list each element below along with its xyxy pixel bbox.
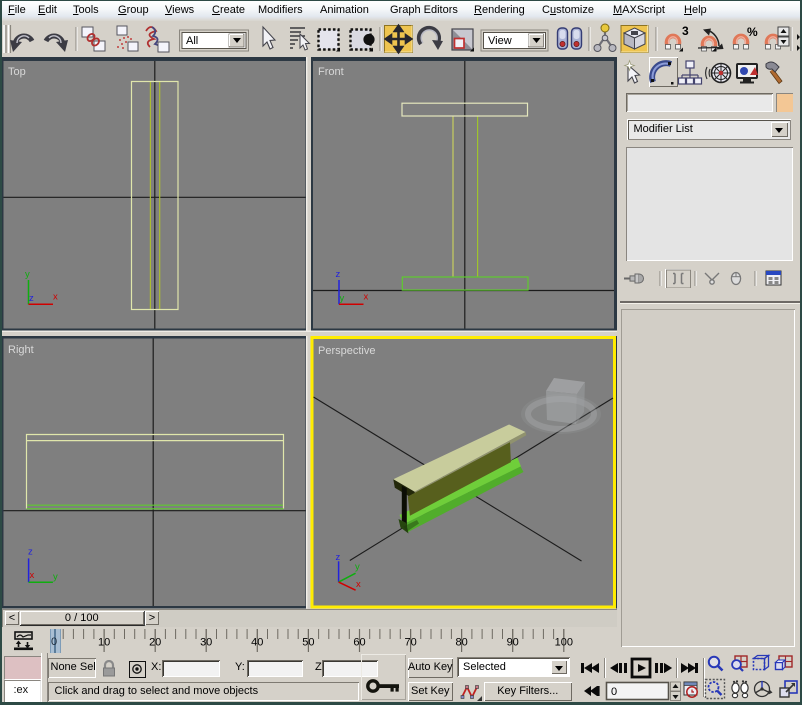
svg-text:All: All — [186, 35, 198, 47]
svg-text:x: x — [356, 579, 361, 590]
svg-text:View: View — [488, 35, 512, 47]
svg-text:40: 40 — [251, 637, 263, 649]
svg-text:10: 10 — [98, 637, 110, 649]
svg-text:Perspective: Perspective — [318, 345, 375, 357]
svg-text:Right: Right — [8, 344, 34, 356]
svg-text:0: 0 — [611, 686, 617, 698]
svg-text:Front: Front — [318, 66, 344, 78]
svg-text:y: y — [340, 293, 345, 304]
svg-text:20: 20 — [149, 637, 161, 649]
svg-text:x: x — [364, 292, 369, 303]
svg-text:70: 70 — [404, 637, 416, 649]
svg-text:y: y — [355, 562, 360, 573]
svg-text:%: % — [747, 25, 758, 39]
svg-text:80: 80 — [455, 637, 467, 649]
svg-text:100: 100 — [555, 637, 573, 649]
svg-text:z: z — [336, 552, 341, 563]
svg-text:Top: Top — [8, 66, 26, 78]
svg-text:90: 90 — [507, 637, 519, 649]
svg-text:3: 3 — [682, 24, 689, 38]
svg-text:z: z — [28, 547, 33, 558]
svg-text:y: y — [25, 269, 30, 280]
svg-text:z: z — [29, 293, 34, 304]
svg-text:30: 30 — [200, 637, 212, 649]
svg-text:x: x — [53, 292, 58, 303]
svg-text:60: 60 — [353, 637, 365, 649]
svg-text:z: z — [336, 269, 341, 280]
svg-text:50: 50 — [302, 637, 314, 649]
svg-text:x: x — [30, 570, 35, 581]
svg-text:y: y — [53, 572, 58, 583]
